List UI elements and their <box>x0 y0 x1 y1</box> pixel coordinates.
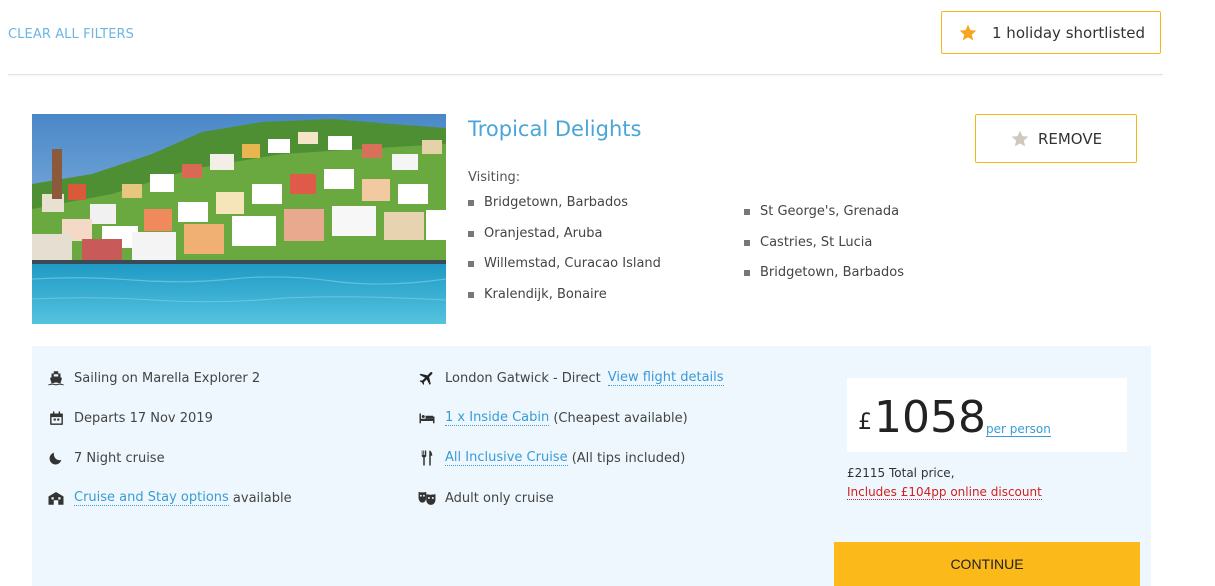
star-icon <box>1010 129 1030 149</box>
shortlist-button[interactable]: 1 holiday shortlisted <box>941 11 1161 54</box>
moon-icon <box>46 448 66 468</box>
star-icon <box>958 23 978 43</box>
bullet-icon <box>468 230 474 237</box>
ship-detail: Sailing on Marella Explorer 2 <box>46 368 260 388</box>
price-amount: 1058 <box>874 392 986 443</box>
bullet-icon <box>744 209 750 215</box>
continue-button[interactable]: CONTINUE <box>834 542 1140 586</box>
list-item: Bridgetown, Barbados <box>468 195 661 226</box>
hotel-icon <box>46 488 66 508</box>
cutlery-icon <box>417 448 437 468</box>
list-item: Castries, St Lucia <box>744 235 904 266</box>
view-flight-details-link[interactable]: View flight details <box>607 370 724 386</box>
destination-list-right: St George's, Grenada Castries, St Lucia … <box>744 204 904 296</box>
calendar-icon <box>46 408 66 428</box>
list-item: Bridgetown, Barbados <box>744 265 904 296</box>
holiday-title[interactable]: Tropical Delights <box>468 117 641 141</box>
board-detail: All Inclusive Cruise (All tips included) <box>417 448 685 468</box>
list-item: Willemstad, Curacao Island <box>468 256 661 287</box>
online-discount: Includes £104pp online discount <box>847 485 1042 500</box>
ship-icon <box>46 368 66 388</box>
remove-label: REMOVE <box>1037 129 1103 148</box>
adult-only-detail: Adult only cruise <box>417 488 554 508</box>
cruise-stay-link[interactable]: Cruise and Stay options <box>74 490 229 506</box>
price-currency: £ <box>858 410 872 435</box>
cabin-link[interactable]: 1 x Inside Cabin <box>445 410 550 426</box>
cabin-detail: 1 x Inside Cabin (Cheapest available) <box>417 408 688 428</box>
destination-list-left: Bridgetown, Barbados Oranjestad, Aruba W… <box>468 195 661 317</box>
masks-icon <box>417 488 437 508</box>
total-price: £2115 Total price, <box>847 466 955 480</box>
cruise-stay-detail: Cruise and Stay options available <box>46 488 292 508</box>
departure-detail: Departs 17 Nov 2019 <box>46 408 213 428</box>
all-inclusive-link[interactable]: All Inclusive Cruise <box>445 450 568 466</box>
list-item: St George's, Grenada <box>744 204 904 235</box>
bullet-icon <box>468 200 474 206</box>
bullet-icon <box>468 291 474 298</box>
nights-detail: 7 Night cruise <box>46 448 165 468</box>
clear-all-filters-link[interactable]: CLEAR ALL FILTERS <box>8 27 134 42</box>
flight-detail: London Gatwick - Direct View flight deta… <box>417 368 724 388</box>
header-divider <box>8 74 1163 75</box>
per-person-link[interactable]: per person <box>986 422 1051 437</box>
list-item: Kralendijk, Bonaire <box>468 287 661 318</box>
shortlist-label: 1 holiday shortlisted <box>992 23 1146 42</box>
holiday-photo <box>32 114 446 324</box>
bullet-icon <box>744 270 750 276</box>
plane-icon <box>417 368 437 388</box>
bullet-icon <box>744 239 750 246</box>
visiting-label: Visiting: <box>468 170 521 185</box>
remove-button[interactable]: REMOVE <box>975 114 1137 163</box>
list-item: Oranjestad, Aruba <box>468 226 661 257</box>
bullet-icon <box>468 261 474 267</box>
bed-icon <box>417 408 437 428</box>
